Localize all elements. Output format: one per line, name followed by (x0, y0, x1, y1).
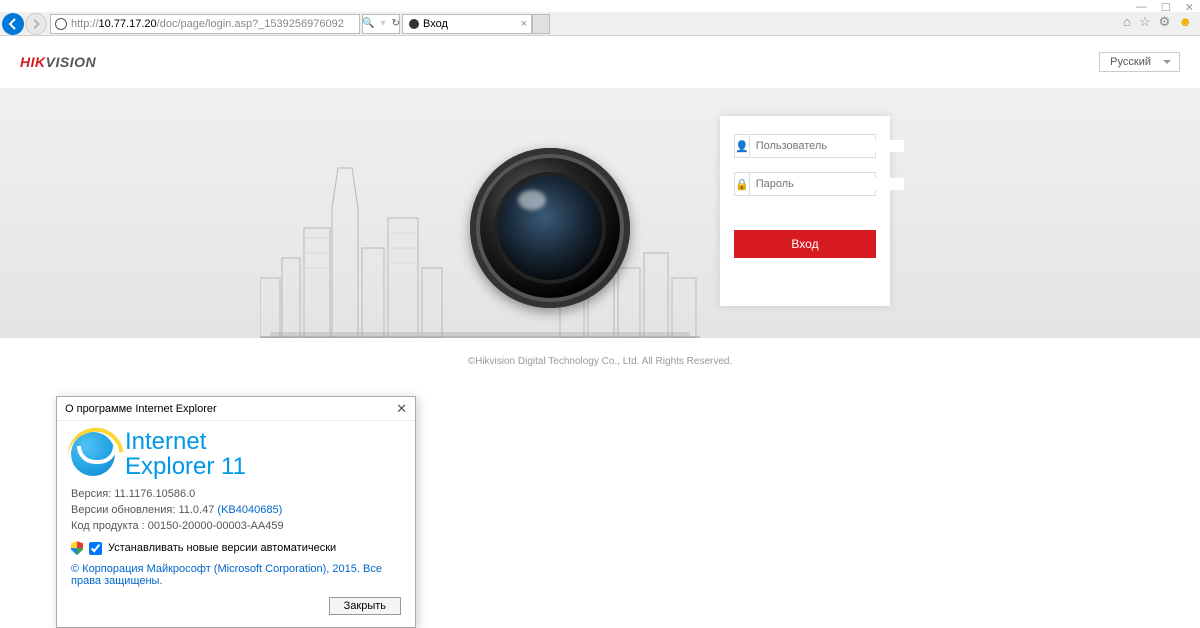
password-input[interactable] (750, 178, 904, 190)
password-field-wrap: 🔒 (734, 172, 876, 196)
brand-logo: HIKVISION (20, 54, 96, 70)
nav-forward-button[interactable] (25, 13, 47, 35)
ms-copyright-link[interactable]: © Корпорация Майкрософт (Microsoft Corpo… (71, 563, 401, 587)
url-text: http://10.77.17.20/doc/page/login.asp?_1… (71, 18, 355, 30)
about-ie-dialog: О программе Internet Explorer ✕ Internet… (56, 396, 416, 628)
nav-back-button[interactable] (2, 13, 24, 35)
settings-gear-icon[interactable]: ⚙ (1159, 14, 1171, 30)
dialog-title: О программе Internet Explorer (65, 403, 217, 415)
ie-brand-text: Internet Explorer 11 (125, 429, 246, 479)
lock-icon: 🔒 (735, 173, 750, 195)
refresh-icon[interactable]: ↻ (392, 18, 400, 29)
language-select[interactable]: Русский (1099, 52, 1180, 72)
auto-update-checkbox[interactable] (89, 542, 102, 555)
new-tab-button[interactable] (532, 14, 550, 34)
browser-tab[interactable]: Вход × (402, 14, 532, 34)
login-panel: 👤 🔒 Вход (720, 116, 890, 306)
search-icon[interactable]: 🔍 (362, 18, 374, 29)
kb-link[interactable]: (KB4040685) (217, 504, 282, 516)
username-field-wrap: 👤 (734, 134, 876, 158)
dialog-close-icon[interactable]: ✕ (396, 401, 407, 417)
auto-update-label: Устанавливать новые версии автоматически (108, 542, 336, 554)
user-icon: 👤 (735, 135, 750, 157)
tab-close-icon[interactable]: × (521, 18, 527, 30)
username-input[interactable] (750, 140, 904, 152)
footer-copyright: ©Hikvision Digital Technology Co., Ltd. … (0, 338, 1200, 385)
camera-lens-graphic (470, 148, 630, 308)
globe-icon (55, 18, 67, 30)
ie-logo-icon (71, 432, 115, 476)
tab-title: Вход (423, 18, 448, 30)
hero-banner: 👤 🔒 Вход (0, 88, 1200, 338)
favorites-icon[interactable]: ☆ (1139, 14, 1151, 30)
feedback-icon[interactable]: ☻ (1178, 14, 1192, 30)
address-bar[interactable]: http://10.77.17.20/doc/page/login.asp?_1… (50, 14, 360, 34)
search-refresh-box[interactable]: 🔍 ▾ ↻ (362, 14, 400, 34)
about-version-block: Версия: 11.1176.10586.0 Версии обновлени… (71, 487, 401, 535)
dialog-close-button[interactable]: Закрыть (329, 597, 401, 615)
shield-icon (71, 541, 83, 555)
home-icon[interactable]: ⌂ (1123, 14, 1131, 30)
tab-favicon (409, 19, 419, 29)
browser-toolbar: http://10.77.17.20/doc/page/login.asp?_1… (0, 12, 1200, 36)
login-button[interactable]: Вход (734, 230, 876, 258)
